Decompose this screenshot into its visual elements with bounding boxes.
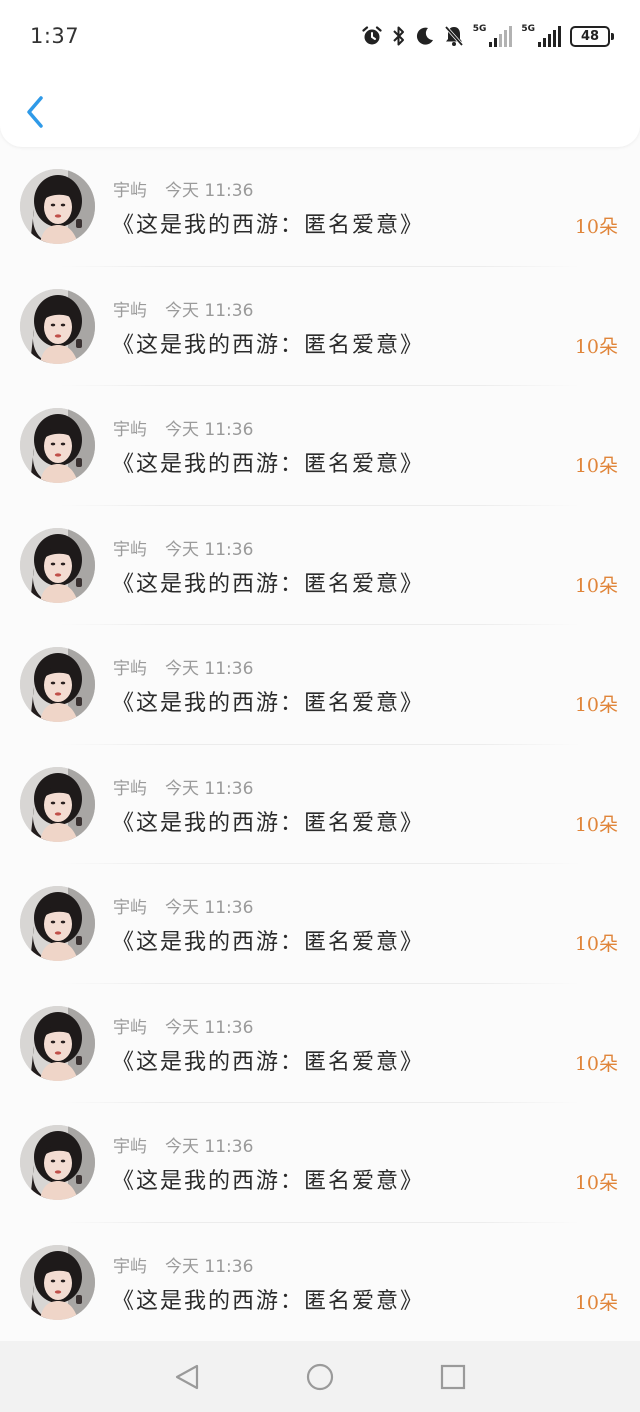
work-title: 《这是我的西游：匿名爱意》: [112, 810, 425, 836]
avatar[interactable]: [20, 647, 95, 722]
avatar[interactable]: [20, 1125, 95, 1200]
send-time: 今天 11:36: [165, 300, 254, 321]
nav-recents-button[interactable]: [439, 1363, 467, 1391]
bell-off-icon: [444, 25, 464, 47]
send-time: 今天 11:36: [165, 898, 254, 918]
flower-count: 10朵: [574, 1052, 618, 1075]
back-triangle-icon: [175, 1364, 199, 1390]
send-time: 今天 11:36: [165, 1137, 254, 1157]
item-meta: 宇屿 今天 11:36: [113, 1132, 253, 1157]
item-meta: 宇屿 今天 11:36: [113, 1013, 253, 1038]
list-item[interactable]: 宇屿 今天 11:36 《这是我的西游：匿名爱意》 10朵: [0, 147, 640, 267]
nav-back-button[interactable]: [173, 1363, 201, 1391]
flower-count: 10朵: [574, 694, 618, 716]
flower-count: 10朵: [574, 574, 618, 597]
flower-count: 10朵: [574, 335, 618, 358]
sender-name: 宇屿: [113, 1256, 147, 1277]
send-time: 今天 11:36: [165, 778, 254, 799]
avatar[interactable]: [20, 1244, 95, 1320]
sender-name: 宇屿: [113, 1137, 147, 1157]
signal-5g-1: 5G: [473, 25, 513, 47]
work-title: 《这是我的西游：匿名爱意》: [112, 691, 425, 716]
item-meta: 宇屿 今天 11:36: [113, 415, 253, 440]
work-title: 《这是我的西游：匿名爱意》: [112, 213, 425, 238]
system-navigation-bar: [0, 1341, 640, 1412]
send-time: 今天 11:36: [165, 1017, 254, 1038]
work-title: 《这是我的西游：匿名爱意》: [112, 332, 425, 358]
item-meta: 宇屿 今天 11:36: [113, 654, 253, 679]
list-item[interactable]: 宇屿 今天 11:36 《这是我的西游：匿名爱意》 10朵: [0, 506, 640, 625]
avatar[interactable]: [20, 288, 95, 364]
item-meta: 宇屿 今天 11:36: [113, 176, 253, 201]
network-label: 5G: [472, 24, 487, 34]
flower-count: 10朵: [574, 813, 618, 836]
alarm-icon: [361, 25, 383, 47]
recents-square-icon: [440, 1364, 466, 1390]
send-time: 今天 11:36: [165, 181, 254, 201]
battery-indicator: 48: [570, 25, 614, 47]
flower-count: 10朵: [574, 1172, 618, 1194]
avatar[interactable]: [20, 766, 95, 842]
work-title: 《这是我的西游：匿名爱意》: [112, 1288, 425, 1314]
list-item[interactable]: 宇屿 今天 11:36 《这是我的西游：匿名爱意》 10朵: [0, 864, 640, 984]
work-title: 《这是我的西游：匿名爱意》: [112, 930, 425, 955]
send-time: 今天 11:36: [165, 1256, 254, 1277]
work-title: 《这是我的西游：匿名爱意》: [112, 452, 425, 477]
avatar[interactable]: [20, 169, 95, 244]
work-title: 《这是我的西游：匿名爱意》: [112, 1049, 425, 1075]
network-label: 5G: [521, 24, 535, 34]
gift-record-list: 宇屿 今天 11:36 《这是我的西游：匿名爱意》 10朵 宇屿 今天 11:3…: [0, 147, 640, 1342]
nav-home-button[interactable]: [306, 1363, 334, 1391]
status-icons: 5G 5G 48: [361, 22, 614, 50]
list-item[interactable]: 宇屿 今天 11:36 《这是我的西游：匿名爱意》 10朵: [0, 1103, 640, 1223]
item-meta: 宇屿 今天 11:36: [113, 1252, 253, 1277]
send-time: 今天 11:36: [165, 659, 254, 679]
item-meta: 宇屿 今天 11:36: [113, 535, 253, 560]
list-item[interactable]: 宇屿 今天 11:36 《这是我的西游：匿名爱意》 10朵: [0, 267, 640, 386]
list-item[interactable]: 宇屿 今天 11:36 《这是我的西游：匿名爱意》 10朵: [0, 625, 640, 745]
avatar[interactable]: [20, 408, 95, 483]
send-time: 今天 11:36: [165, 420, 254, 440]
flower-count: 10朵: [574, 933, 618, 955]
sender-name: 宇屿: [113, 1017, 147, 1038]
sender-name: 宇屿: [113, 181, 147, 201]
moon-icon: [415, 26, 435, 46]
sender-name: 宇屿: [113, 420, 147, 440]
list-item[interactable]: 宇屿 今天 11:36 《这是我的西游：匿名爱意》 10朵: [0, 745, 640, 864]
back-button[interactable]: [18, 92, 52, 132]
item-meta: 宇屿 今天 11:36: [113, 893, 253, 918]
work-title: 《这是我的西游：匿名爱意》: [112, 1169, 425, 1194]
sender-name: 宇屿: [113, 539, 147, 560]
home-circle-icon: [306, 1363, 334, 1391]
sender-name: 宇屿: [113, 898, 147, 918]
list-item[interactable]: 宇屿 今天 11:36 《这是我的西游：匿名爱意》 10朵: [0, 386, 640, 506]
avatar[interactable]: [20, 1005, 95, 1081]
sender-name: 宇屿: [113, 778, 147, 799]
flower-count: 10朵: [574, 1291, 618, 1314]
signal-5g-2: 5G: [521, 25, 561, 47]
header: 1:37 5G 5G 48: [0, 0, 640, 147]
list-item[interactable]: 宇屿 今天 11:36 《这是我的西游：匿名爱意》 10朵: [0, 984, 640, 1103]
item-meta: 宇屿 今天 11:36: [113, 296, 253, 321]
avatar[interactable]: [20, 886, 95, 961]
send-time: 今天 11:36: [165, 539, 254, 560]
avatar[interactable]: [20, 527, 95, 603]
status-time: 1:37: [30, 24, 80, 48]
bluetooth-icon: [392, 25, 406, 47]
screen: 1:37 5G 5G 48 宇屿 今天 11:36 《这是我的西游：匿名爱意》 …: [0, 0, 640, 1412]
sender-name: 宇屿: [113, 300, 147, 321]
flower-count: 10朵: [574, 455, 618, 477]
work-title: 《这是我的西游：匿名爱意》: [112, 571, 425, 597]
flower-count: 10朵: [574, 216, 618, 238]
item-meta: 宇屿 今天 11:36: [113, 774, 253, 799]
chevron-left-icon: [27, 96, 43, 128]
list-item[interactable]: 宇屿 今天 11:36 《这是我的西游：匿名爱意》 10朵: [0, 1223, 640, 1342]
sender-name: 宇屿: [113, 659, 147, 679]
